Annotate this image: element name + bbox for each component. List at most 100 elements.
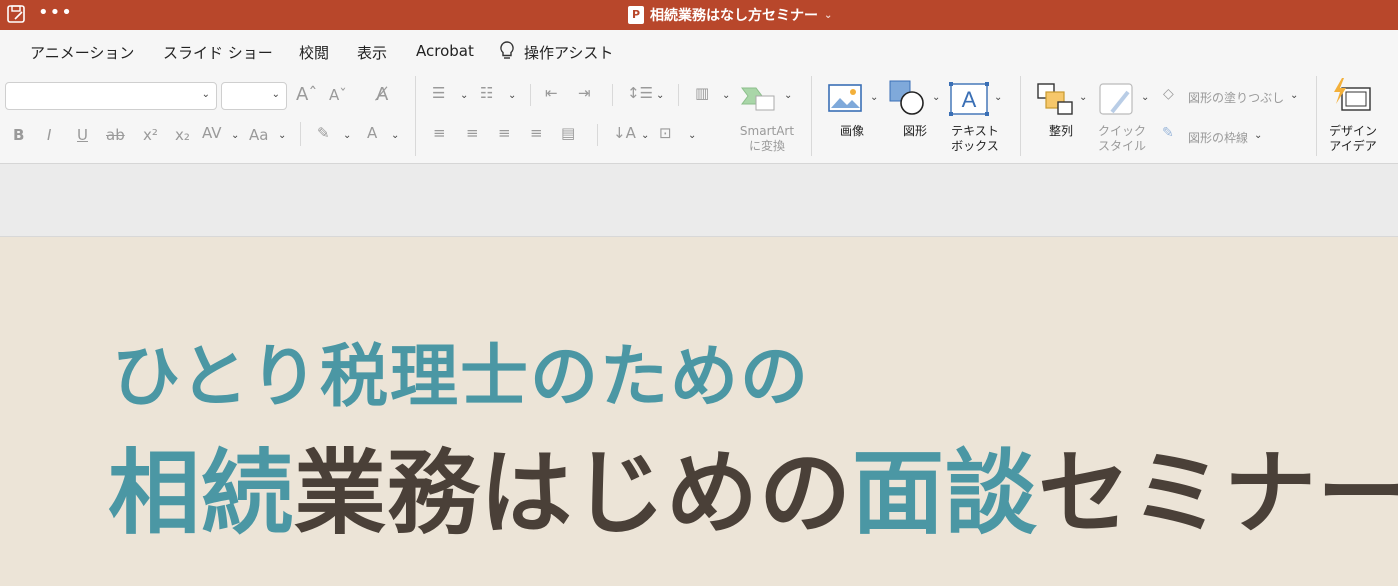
lightbulb-icon[interactable] [498, 40, 516, 62]
chevron-down-icon[interactable]: ⌄ [391, 130, 399, 141]
increase-font-icon[interactable]: Aˆ [296, 84, 317, 105]
menu-review[interactable]: 校閲 [299, 42, 329, 63]
font-family-select[interactable]: ⌄ [5, 82, 217, 110]
workspace-strip [0, 164, 1398, 237]
strikethrough-button[interactable]: ab [106, 126, 125, 144]
subscript-button[interactable]: x₂ [175, 126, 190, 144]
chevron-down-icon[interactable]: ⌄ [656, 90, 664, 101]
distribute-icon[interactable]: ▤ [561, 124, 575, 142]
quick-style-label-2: スタイル [1097, 139, 1146, 153]
quick-style-label-1: クイック [1097, 124, 1146, 138]
menu-view[interactable]: 表示 [357, 42, 387, 63]
chevron-down-icon[interactable]: ⌄ [231, 130, 239, 141]
menu-bar: アニメーション スライド ショー 校閲 表示 Acrobat 操作アシスト [0, 30, 1398, 70]
more-icon[interactable]: ••• [38, 2, 73, 24]
title-bar: ••• P 相続業務はなし方セミナー ⌄ [0, 0, 1398, 30]
chevron-down-icon[interactable]: ⌄ [1290, 90, 1298, 101]
columns-icon[interactable]: ▥ [695, 84, 709, 102]
clear-format-icon[interactable]: A̸ [376, 84, 388, 105]
quick-style-icon[interactable] [1098, 82, 1136, 118]
title-part-4: セミナー [1038, 440, 1398, 547]
chevron-down-icon[interactable]: ⌄ [1254, 130, 1262, 141]
align-center-icon[interactable]: ≡ [466, 124, 479, 142]
slide-title[interactable]: 相続業務はじめの面談セミナー [108, 419, 1398, 552]
design-ideas-label-1: デザイン [1328, 124, 1377, 138]
increase-indent-icon[interactable]: ⇥ [578, 84, 591, 102]
smartart-button[interactable]: SmartArt に変換 [732, 124, 802, 154]
numbering-icon[interactable]: ☷ [480, 84, 493, 102]
shape-outline-button[interactable]: 図形の枠線 [1188, 129, 1248, 146]
menu-acrobat[interactable]: Acrobat [416, 42, 474, 60]
smartart-label-1: SmartArt [739, 124, 795, 138]
arrange-icon[interactable] [1036, 82, 1074, 116]
chevron-down-icon[interactable]: ⌄ [688, 130, 696, 141]
align-right-icon[interactable]: ≡ [498, 124, 511, 142]
font-size-select[interactable]: ⌄ [221, 82, 287, 110]
design-ideas-button[interactable]: デザイン アイデア [1322, 124, 1384, 154]
bold-button[interactable]: B [13, 126, 24, 144]
chevron-down-icon[interactable]: ⌄ [1141, 92, 1149, 103]
chevron-down-icon[interactable]: ⌄ [870, 92, 878, 103]
textbox-button[interactable]: テキスト ボックス [944, 124, 1006, 154]
separator [300, 122, 301, 146]
separator [597, 124, 598, 146]
arrange-button[interactable]: 整列 [1036, 124, 1086, 139]
chevron-down-icon[interactable]: ⌄ [278, 130, 286, 141]
textbox-label-2: ボックス [951, 139, 999, 153]
svg-text:A: A [962, 87, 977, 112]
shape-fill-button[interactable]: 図形の塗りつぶし [1188, 89, 1284, 106]
chevron-down-icon[interactable]: ⌄ [460, 90, 468, 101]
design-ideas-label-2: アイデア [1329, 139, 1377, 153]
menu-tell-me[interactable]: 操作アシスト [524, 42, 613, 63]
separator [612, 84, 613, 106]
chevron-down-icon[interactable]: ⌄ [343, 130, 351, 141]
separator [1020, 76, 1021, 156]
design-ideas-icon[interactable] [1332, 78, 1372, 114]
superscript-button[interactable]: x² [143, 126, 158, 144]
chevron-down-icon: ⌄ [824, 9, 833, 21]
char-spacing-button[interactable]: AV [202, 124, 222, 142]
decrease-indent-icon[interactable]: ⇤ [545, 84, 558, 102]
decrease-font-icon[interactable]: Aˇ [329, 86, 347, 104]
text-direction-icon[interactable]: ↓A [613, 124, 636, 142]
underline-button[interactable]: U [77, 126, 88, 144]
shape-icon[interactable] [889, 80, 927, 116]
justify-icon[interactable]: ≡ [530, 124, 543, 142]
slide-canvas[interactable]: ひとり税理士のための 相続業務はじめの面談セミナー [0, 237, 1398, 586]
title-accent-2: 面談 [852, 440, 1039, 547]
ribbon: ⌄ ⌄ Aˆ Aˇ A̸ B I U ab x² x₂ AV ⌄ Aa ⌄ ✎ … [0, 70, 1398, 164]
shape-button[interactable]: 図形 [891, 124, 939, 139]
smartart-icon[interactable] [740, 82, 776, 112]
chevron-down-icon[interactable]: ⌄ [641, 130, 649, 141]
align-text-icon[interactable]: ⊡ [659, 124, 672, 142]
chevron-down-icon[interactable]: ⌄ [722, 90, 730, 101]
chevron-down-icon: ⌄ [201, 89, 210, 100]
italic-button[interactable]: I [47, 126, 51, 144]
document-title[interactable]: P 相続業務はなし方セミナー ⌄ [628, 5, 832, 25]
chevron-down-icon[interactable]: ⌄ [932, 92, 940, 103]
align-left-icon[interactable]: ≡ [433, 124, 446, 142]
highlight-icon[interactable]: ✎ [317, 124, 330, 142]
quick-style-button[interactable]: クイック スタイル [1090, 124, 1154, 154]
separator [1316, 76, 1317, 156]
chevron-down-icon[interactable]: ⌄ [508, 90, 516, 101]
menu-animation[interactable]: アニメーション [30, 42, 134, 63]
image-button[interactable]: 画像 [828, 124, 876, 139]
line-spacing-icon[interactable]: ↕☰ [627, 84, 653, 102]
chevron-down-icon[interactable]: ⌄ [1079, 92, 1087, 103]
slide-subtitle[interactable]: ひとり税理士のための [112, 321, 810, 420]
textbox-icon[interactable]: A [949, 82, 989, 116]
bullets-icon[interactable]: ☰ [432, 84, 445, 102]
textbox-label-1: テキスト [951, 124, 999, 138]
font-color-button[interactable]: A [367, 124, 377, 142]
change-case-button[interactable]: Aa [249, 126, 268, 144]
separator [811, 76, 812, 156]
separator [678, 84, 679, 106]
save-icon[interactable] [6, 4, 26, 24]
document-title-text: 相続業務はなし方セミナー [650, 8, 818, 24]
menu-slideshow[interactable]: スライド ショー [163, 42, 273, 63]
smartart-label-2: に変換 [748, 139, 785, 153]
chevron-down-icon[interactable]: ⌄ [784, 90, 792, 101]
image-icon[interactable] [828, 84, 862, 112]
chevron-down-icon[interactable]: ⌄ [994, 92, 1002, 103]
